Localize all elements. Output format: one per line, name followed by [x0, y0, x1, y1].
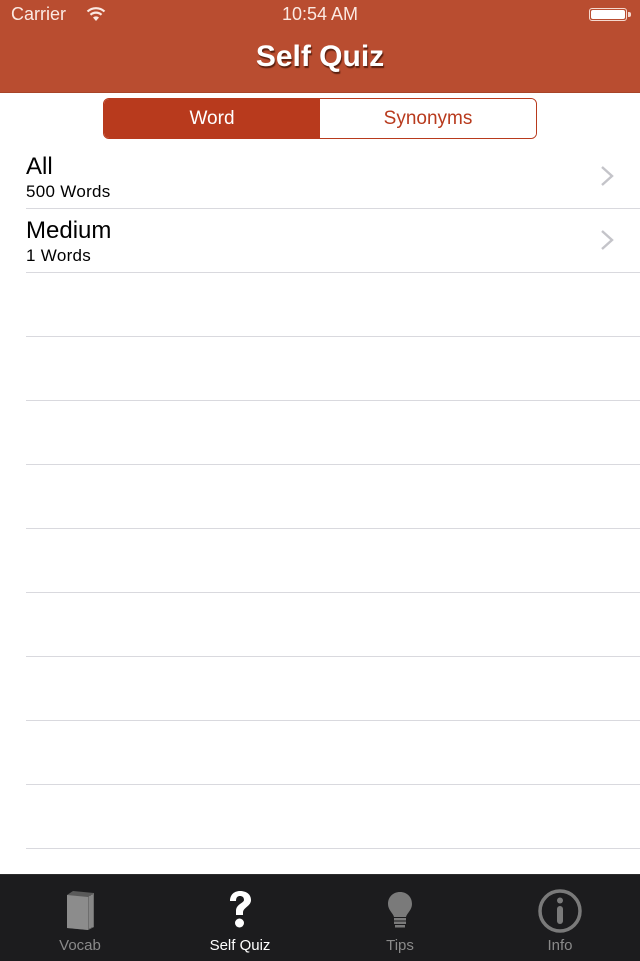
battery-icon	[589, 8, 627, 21]
chevron-right-icon	[601, 166, 614, 186]
tab-label: Vocab	[59, 937, 101, 954]
segment-word[interactable]: Word	[104, 99, 320, 138]
list-item-subtitle: 500 Words	[26, 182, 111, 201]
info-icon	[538, 889, 582, 933]
empty-row	[26, 337, 640, 401]
lightbulb-icon	[388, 892, 412, 928]
tab-label: Tips	[386, 937, 414, 954]
empty-row	[26, 529, 640, 593]
segment-synonyms[interactable]: Synonyms	[320, 99, 536, 138]
empty-row	[26, 465, 640, 529]
list-item-subtitle: 1 Words	[26, 246, 92, 265]
empty-row	[26, 273, 640, 337]
tab-self-quiz[interactable]: Self Quiz	[160, 875, 320, 961]
empty-row	[26, 721, 640, 785]
tab-tips[interactable]: Tips	[320, 875, 480, 961]
quiz-list: All 500 Words Medium 1 Words	[0, 145, 640, 849]
question-mark-icon	[230, 891, 251, 928]
tab-bar: Vocab Self Quiz Tips Info	[0, 874, 640, 961]
list-item-medium[interactable]: Medium 1 Words	[26, 209, 640, 273]
empty-row	[26, 785, 640, 849]
battery-tip	[628, 12, 631, 17]
tab-label: Self Quiz	[209, 937, 271, 954]
list-item-title: Medium	[26, 217, 112, 244]
empty-row	[26, 593, 640, 657]
list-item-all[interactable]: All 500 Words	[26, 145, 640, 209]
empty-row	[26, 657, 640, 721]
status-bar: Carrier 10:54 AM	[0, 0, 640, 30]
chevron-right-icon	[601, 230, 614, 250]
list-item-title: All	[26, 153, 53, 180]
status-time: 10:54 AM	[281, 4, 359, 24]
tab-label: Info	[547, 937, 573, 954]
page-title: Self Quiz	[255, 40, 385, 73]
empty-row	[26, 401, 640, 465]
quiz-mode-segmented-control: Word Synonyms	[103, 98, 537, 139]
tab-info[interactable]: Info	[480, 875, 640, 961]
tab-vocab[interactable]: Vocab	[0, 875, 160, 961]
navigation-bar: Carrier 10:54 AM Self Quiz	[0, 0, 640, 93]
book-icon	[67, 891, 94, 930]
